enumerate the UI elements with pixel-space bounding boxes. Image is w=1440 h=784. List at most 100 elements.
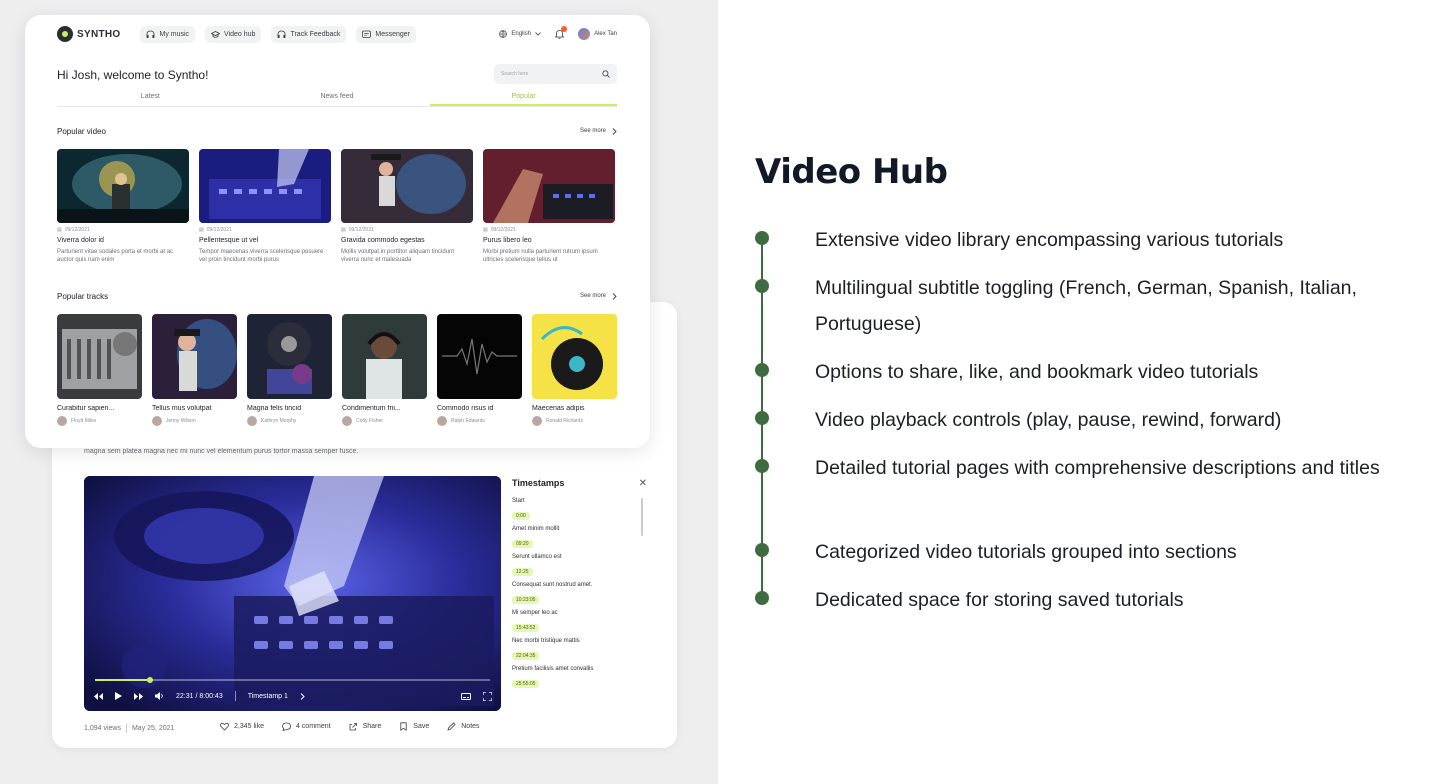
top-navigation: SYNTHO My music Video hub Track Feedback Me… — [57, 24, 617, 44]
timestamp-item[interactable]: Amet minim mollit 09:20 — [512, 526, 637, 554]
track-thumbnail[interactable] — [437, 314, 522, 399]
see-more-link[interactable]: See more — [580, 127, 617, 135]
feed-tabs: Latest News feed Popular — [57, 89, 618, 107]
date-text: 09/12/2021 — [206, 227, 232, 233]
user-menu[interactable]: Alex Tan — [578, 28, 617, 40]
video-title: Viverra dolor id — [57, 237, 104, 244]
video-thumbnail[interactable] — [341, 149, 473, 223]
timestamp-time: 10:23:05 — [512, 596, 540, 604]
video-thumbnail[interactable] — [57, 149, 189, 223]
track-card[interactable]: Tellus mus volutpat Jenny Wilson — [152, 314, 237, 426]
track-thumbnail[interactable] — [152, 314, 237, 399]
tab-latest[interactable]: Latest — [57, 89, 244, 106]
artist-name: Ralph Edwards — [451, 418, 485, 424]
timestamps-scrollbar[interactable] — [641, 498, 643, 536]
video-card[interactable]: ▤ 09/12/2021 Viverra dolor id Parturient vi… — [57, 149, 189, 264]
chevron-right-icon[interactable] — [300, 692, 305, 700]
action-label: Share — [362, 723, 382, 730]
timeline-bullet — [755, 411, 769, 425]
video-thumbnail[interactable] — [483, 149, 615, 223]
pencil-button[interactable]: Notes — [447, 722, 480, 731]
track-title: Magna felis tincid — [247, 405, 302, 412]
track-card[interactable]: Curabitur sapien... Floyd Miles — [57, 314, 142, 426]
video-frame-image — [84, 476, 501, 711]
share-icon — [349, 723, 357, 731]
video-thumbnail[interactable] — [199, 149, 331, 223]
artist-name: Cody Fisher — [356, 418, 383, 424]
calendar-icon: ▤ — [199, 227, 204, 233]
popular-tracks-list: Curabitur sapien... Floyd Miles Tellus mus… — [57, 314, 617, 426]
video-card[interactable]: ▤ 09/12/2021 Gravida commodo egestas Mollis… — [341, 149, 473, 264]
bookmark-button[interactable]: Save — [399, 722, 429, 731]
video-date: ▤ 09/12/2021 — [341, 227, 473, 233]
avatar — [437, 416, 447, 426]
video-description: magna sem platea magna nec mi nunc vel e… — [84, 448, 359, 455]
video-time: 22:31 / 8:00:43 — [176, 692, 223, 700]
popular-tracks-header: Popular tracks See more — [57, 290, 617, 302]
nav-video-hub[interactable]: Video hub — [205, 25, 262, 43]
nav-my-music[interactable]: My music — [140, 25, 196, 43]
video-player[interactable]: 22:31 / 8:00:43 Timestamp 1 — [84, 476, 501, 711]
fullscreen-icon[interactable] — [483, 691, 492, 701]
track-artist: Kathryn Murphy — [247, 416, 332, 426]
view-count: 1,094 views — [84, 724, 121, 732]
feature-text: Extensive video library encompassing var… — [815, 229, 1284, 251]
video-date: ▤ 09/12/2021 — [483, 227, 615, 233]
track-card[interactable]: Maecenas adipis Ronald Richards — [532, 314, 617, 426]
track-card[interactable]: Commodo risus id Ralph Edwards — [437, 314, 522, 426]
track-card[interactable]: Magna felis tincid Kathryn Murphy — [247, 314, 332, 426]
timestamp-item[interactable]: Pretium facilisis amet convallis 25:55:05 — [512, 666, 637, 694]
forward-icon[interactable] — [134, 692, 143, 700]
heart-button[interactable]: 2,345 like — [220, 722, 264, 731]
video-controls: 22:31 / 8:00:43 Timestamp 1 — [94, 689, 492, 703]
logo-icon — [57, 26, 73, 42]
chevron-right-icon — [612, 292, 617, 300]
dashboard-card: SYNTHO My music Video hub Track Feedback Me… — [25, 15, 650, 448]
feature-text: Multilingual subtitle toggling (French, … — [815, 277, 1357, 335]
rewind-icon[interactable] — [94, 692, 103, 700]
notification-button[interactable] — [555, 26, 568, 39]
video-card[interactable]: ▤ 09/12/2021 Purus libero leo Morbi pretium… — [483, 149, 615, 264]
headphones-icon — [147, 30, 155, 38]
search-input[interactable]: Search here — [494, 64, 617, 84]
video-date: ▤ 09/12/2021 — [199, 227, 331, 233]
timestamp-time: 0:00 — [512, 512, 530, 520]
language-selector[interactable]: English — [499, 30, 541, 38]
timestamp-selector[interactable]: Timestamp 1 — [248, 693, 288, 700]
share-button[interactable]: Share — [349, 722, 382, 731]
timestamp-item[interactable]: Serunt ullamco est 12:25 — [512, 554, 637, 582]
timestamp-time: 15:43:52 — [512, 624, 540, 632]
track-thumbnail[interactable] — [342, 314, 427, 399]
volume-icon[interactable] — [155, 692, 164, 700]
track-thumbnail[interactable] — [57, 314, 142, 399]
comment-button[interactable]: 4 comment — [282, 722, 331, 731]
timestamp-item[interactable]: Mi semper leo ac 15:43:52 — [512, 610, 637, 638]
timestamp-time: 09:20 — [512, 540, 533, 548]
timestamp-item[interactable]: Consequat sunt nostrud amet. 10:23:05 — [512, 582, 637, 610]
feature-text: Dedicated space for storing saved tutori… — [815, 589, 1184, 611]
timestamp-label: Amet minim mollit — [512, 526, 560, 532]
logo[interactable]: SYNTHO — [57, 26, 120, 42]
video-progress-bar[interactable] — [95, 677, 490, 683]
track-thumbnail[interactable] — [247, 314, 332, 399]
track-card[interactable]: Condimentum frii... Cody Fisher — [342, 314, 427, 426]
feature-text: Categorized video tutorials grouped into… — [815, 541, 1237, 563]
timestamp-label: Nec morbi tristique mattis — [512, 638, 580, 644]
video-card[interactable]: ▤ 09/12/2021 Pellentesque ut vel Tempor mae… — [199, 149, 331, 264]
video-title: Gravida commodo egestas — [341, 237, 425, 244]
tab-news-feed[interactable]: News feed — [244, 89, 431, 106]
nav-track-feedback[interactable]: Track Feedback — [271, 25, 347, 43]
subtitles-icon[interactable] — [461, 692, 471, 700]
timestamp-item[interactable]: Nec morbi tristique mattis 22:04:35 — [512, 638, 637, 666]
play-icon[interactable] — [115, 692, 122, 700]
close-icon[interactable]: ✕ — [639, 478, 647, 489]
track-thumbnail[interactable] — [532, 314, 617, 399]
chevron-down-icon — [535, 32, 541, 36]
tab-popular[interactable]: Popular — [430, 89, 618, 106]
see-more-link[interactable]: See more — [580, 292, 617, 300]
date-text: 09/12/2021 — [348, 227, 374, 233]
notification-badge — [561, 26, 568, 32]
search-icon[interactable] — [602, 70, 610, 78]
timestamp-item[interactable]: Start 0:00 — [512, 498, 637, 526]
nav-messenger[interactable]: Messenger — [356, 25, 417, 43]
